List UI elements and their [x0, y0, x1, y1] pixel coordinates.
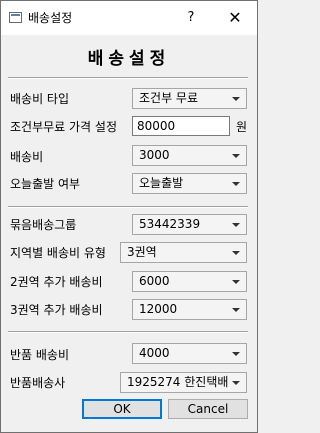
divider [8, 77, 248, 79]
chevron-down-icon [232, 280, 240, 284]
shipping-fee-value: 3000 [139, 148, 170, 162]
window-title: 배송설정 [28, 11, 73, 25]
zone2-extra-fee-label: 2권역 추가 배송비 [10, 275, 103, 289]
chevron-down-icon [232, 154, 240, 158]
zone3-extra-fee-label: 3권역 추가 배송비 [10, 303, 103, 317]
return-fee-label: 반품 배송비 [10, 348, 70, 362]
title-bar: 배송설정 ? ✕ [1, 1, 257, 35]
chevron-down-icon [232, 308, 240, 312]
same-day-dispatch-value: 오늘출발 [139, 176, 184, 190]
return-fee-select[interactable]: 4000 [132, 343, 247, 364]
return-courier-select[interactable]: 1925274 한진택배 [120, 372, 247, 393]
shipping-type-value: 조건부 무료 [139, 91, 199, 105]
shipping-fee-label: 배송비 [10, 150, 44, 164]
free-condition-price-label: 조건부무료 가격 설정 [10, 120, 117, 134]
window-app-icon [9, 12, 22, 23]
return-courier-label: 반품배송사 [10, 376, 66, 390]
regional-fee-type-select[interactable]: 3권역 [120, 242, 247, 263]
regional-fee-type-value: 3권역 [127, 245, 157, 259]
divider [8, 206, 248, 208]
chevron-down-icon [232, 182, 240, 186]
chevron-down-icon [232, 381, 240, 385]
close-button[interactable]: ✕ [222, 7, 248, 29]
shipping-type-select[interactable]: 조건부 무료 [132, 88, 247, 109]
zone3-extra-fee-value: 12000 [139, 302, 178, 316]
chevron-down-icon [232, 97, 240, 101]
return-fee-value: 4000 [139, 346, 170, 360]
ok-button[interactable]: OK [82, 399, 162, 419]
chevron-down-icon [232, 251, 240, 255]
zone2-extra-fee-value: 6000 [139, 274, 170, 288]
regional-fee-type-label: 지역별 배송비 유형 [10, 246, 106, 260]
same-day-dispatch-label: 오늘출발 여부 [10, 177, 81, 191]
divider [8, 331, 248, 333]
page-title: 배송설정 [87, 49, 171, 69]
same-day-dispatch-select[interactable]: 오늘출발 [132, 173, 247, 194]
shipping-settings-dialog: 배송설정 ? ✕ 배송설정 배송비 타입 조건부 무료 조건부무료 가격 설정 … [0, 0, 258, 433]
shipping-type-label: 배송비 타입 [10, 92, 70, 106]
help-button[interactable]: ? [181, 7, 201, 29]
cancel-button[interactable]: Cancel [168, 399, 248, 419]
zone3-extra-fee-select[interactable]: 12000 [132, 299, 247, 320]
bundle-group-label: 묶음배송그룹 [10, 218, 77, 232]
zone2-extra-fee-select[interactable]: 6000 [132, 271, 247, 292]
shipping-fee-select[interactable]: 3000 [132, 145, 247, 166]
chevron-down-icon [232, 352, 240, 356]
bundle-group-value: 53442339 [139, 217, 201, 231]
return-courier-value: 1925274 한진택배 [127, 375, 229, 389]
free-condition-price-input[interactable]: 80000 [132, 116, 230, 136]
bundle-group-select[interactable]: 53442339 [132, 214, 247, 235]
currency-unit: 원 [236, 120, 248, 134]
chevron-down-icon [232, 223, 240, 227]
